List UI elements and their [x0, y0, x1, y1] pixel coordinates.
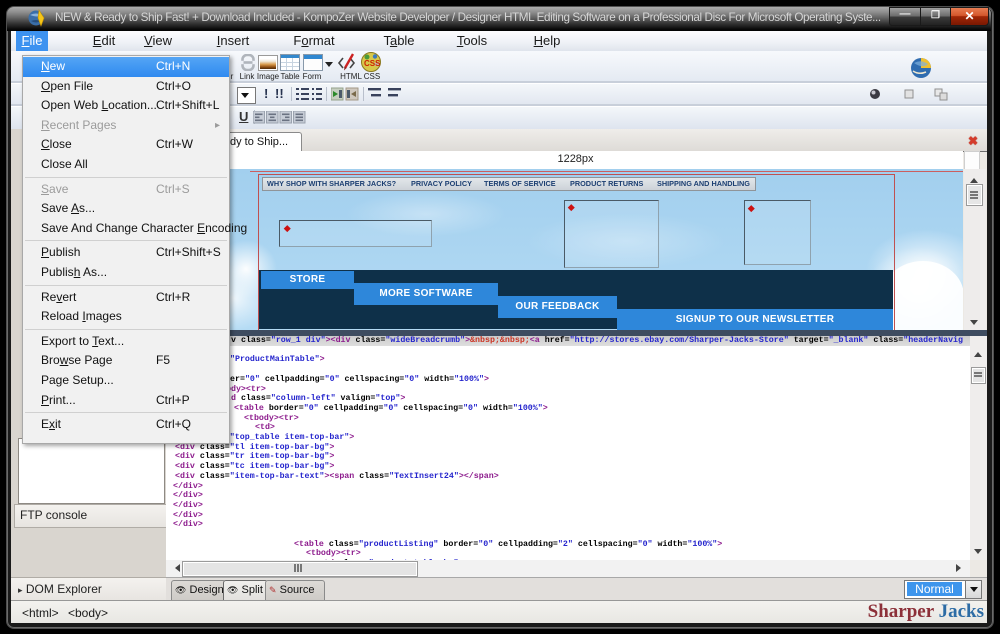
svg-text:CSS: CSS	[364, 59, 381, 68]
